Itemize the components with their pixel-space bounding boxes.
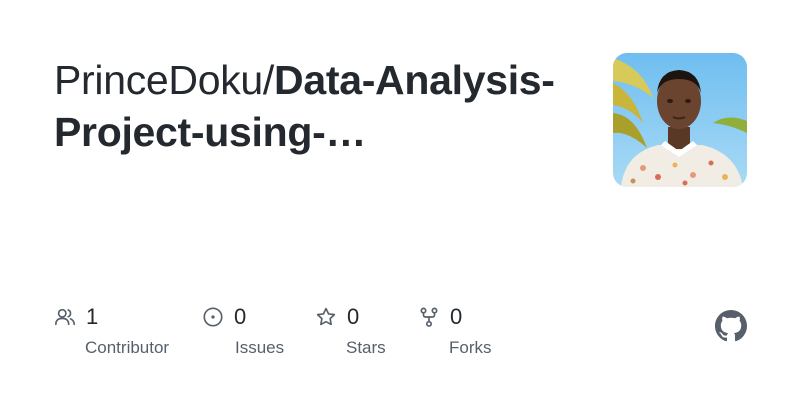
forks-stat[interactable]: 0 Forks (418, 302, 492, 358)
contributors-stat[interactable]: 1 Contributor (54, 302, 169, 358)
forks-label: Forks (449, 338, 492, 357)
repo-stats: 1 Contributor 0 Issues 0 Stars 0 Forks (54, 302, 574, 362)
stars-label: Stars (346, 338, 386, 357)
forks-count: 0 (450, 304, 463, 329)
repo-forked-icon (418, 306, 440, 328)
avatar (613, 53, 747, 187)
contributors-label: Contributor (85, 338, 170, 357)
repo-owner: PrinceDoku/ (54, 57, 275, 103)
stars-stat[interactable]: 0 Stars (315, 302, 386, 358)
star-icon (315, 306, 337, 328)
stars-count: 0 (347, 304, 360, 329)
issue-opened-icon (202, 306, 224, 328)
issues-count: 0 (234, 304, 247, 329)
repo-title: PrinceDoku/Data-Analysis-Project-using-… (54, 54, 574, 158)
issues-label: Issues (235, 338, 285, 357)
github-mark-icon (715, 310, 747, 342)
contributors-count: 1 (86, 304, 99, 329)
people-icon (54, 306, 76, 328)
issues-stat[interactable]: 0 Issues (202, 302, 284, 358)
